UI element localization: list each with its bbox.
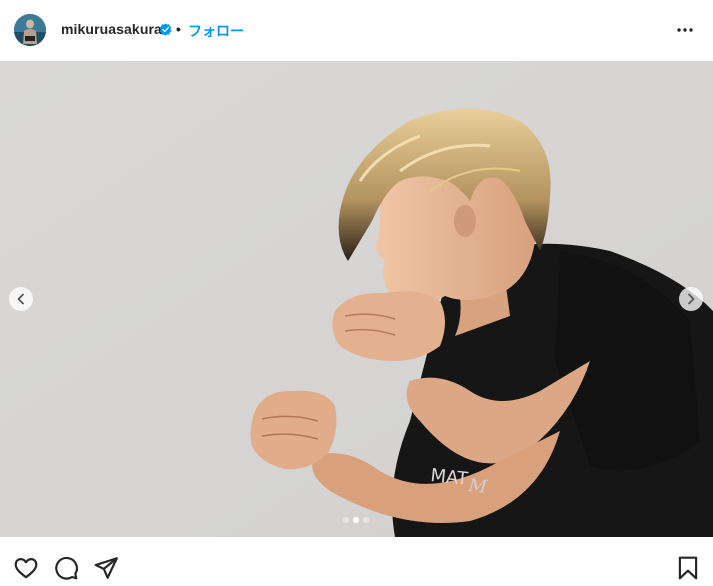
comment-icon[interactable] [53, 555, 79, 581]
verified-badge-icon [159, 23, 172, 36]
svg-text:M: M [466, 475, 488, 498]
previous-button[interactable] [9, 287, 33, 311]
next-button[interactable] [679, 287, 703, 311]
separator-dot: • [176, 21, 181, 37]
paper-plane-icon[interactable] [93, 555, 119, 581]
post-header: mikuruasakura • フォロー [0, 0, 713, 60]
post-image[interactable]: MAT M [0, 61, 713, 537]
carousel-dot [363, 517, 369, 523]
carousel-indicator [343, 517, 369, 523]
heart-icon[interactable] [13, 555, 39, 581]
carousel-dot-active [353, 517, 359, 523]
boxer-photo: MAT M [0, 61, 713, 537]
svg-text:MAT: MAT [429, 465, 469, 490]
username[interactable]: mikuruasakura [61, 21, 162, 37]
action-bar [0, 545, 713, 586]
follow-button[interactable]: フォロー [188, 21, 244, 41]
more-horizontal-icon[interactable] [676, 22, 694, 38]
carousel-dot [343, 517, 349, 523]
bookmark-icon[interactable] [675, 555, 701, 581]
avatar-image [14, 14, 46, 46]
chevron-right-icon [688, 293, 695, 305]
avatar[interactable] [14, 14, 46, 46]
chevron-left-icon [17, 293, 24, 305]
